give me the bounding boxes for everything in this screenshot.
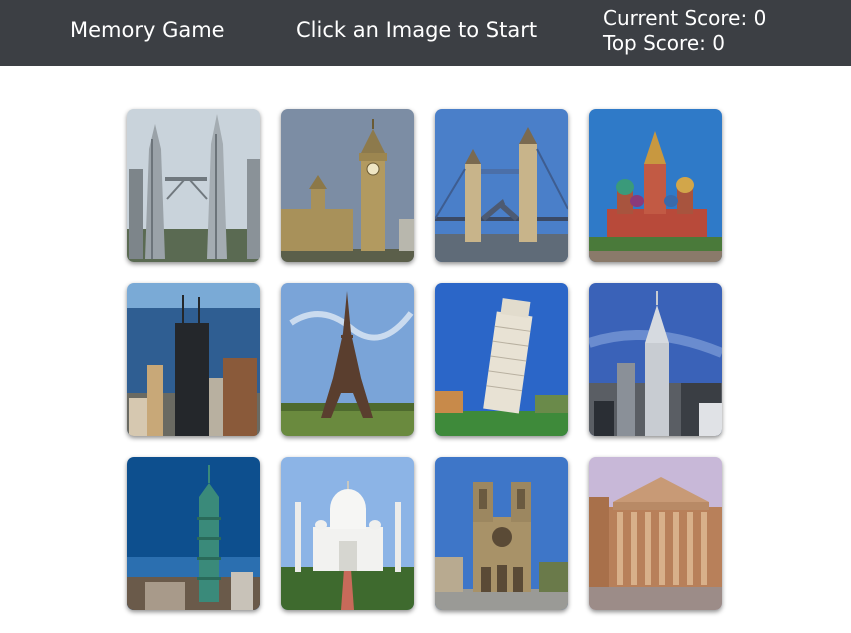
- top-score: Top Score: 0: [603, 31, 725, 55]
- card-eiffel-tower[interactable]: [281, 283, 414, 436]
- card-tower-bridge[interactable]: [435, 109, 568, 262]
- eiffel-tower-image: [281, 283, 414, 436]
- card-leaning-tower-of-pisa[interactable]: [435, 283, 568, 436]
- st-basils-cathedral-image: [589, 109, 722, 262]
- current-score: Current Score: 0: [603, 6, 767, 30]
- card-petronas-towers[interactable]: [127, 109, 260, 262]
- card-st-basils-cathedral[interactable]: [589, 109, 722, 262]
- petronas-towers-image: [127, 109, 260, 262]
- notre-dame-image: [435, 457, 568, 610]
- status-message: Click an Image to Start: [296, 18, 538, 42]
- big-ben-image: [281, 109, 414, 262]
- card-chrysler-building[interactable]: [589, 283, 722, 436]
- card-notre-dame[interactable]: [435, 457, 568, 610]
- card-taj-mahal[interactable]: [281, 457, 414, 610]
- willis-tower-image: [127, 283, 260, 436]
- card-taipei-101[interactable]: [127, 457, 260, 610]
- card-grid: [127, 109, 722, 610]
- card-willis-tower[interactable]: [127, 283, 260, 436]
- taipei-101-image: [127, 457, 260, 610]
- score-panel: Current Score: 0 Top Score: 0: [603, 6, 766, 56]
- card-pantheon[interactable]: [589, 457, 722, 610]
- navbar: Memory Game Click an Image to Start Curr…: [0, 0, 851, 66]
- chrysler-building-image: [589, 283, 722, 436]
- leaning-tower-of-pisa-image: [435, 283, 568, 436]
- game-title: Memory Game: [70, 18, 225, 42]
- tower-bridge-image: [435, 109, 568, 262]
- taj-mahal-image: [281, 457, 414, 610]
- card-big-ben[interactable]: [281, 109, 414, 262]
- pantheon-image: [589, 457, 722, 610]
